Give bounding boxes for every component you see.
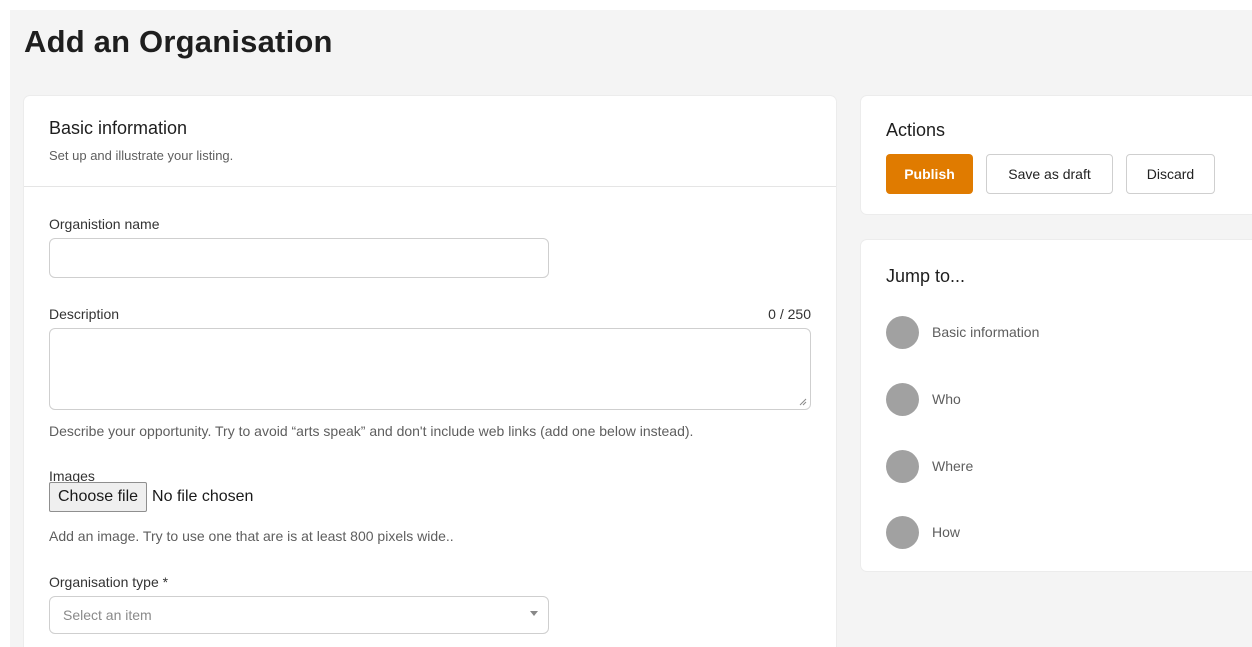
step-dot-icon <box>886 449 919 483</box>
step-dot-icon <box>886 315 919 349</box>
description-textarea[interactable] <box>49 328 811 410</box>
section-title: Basic information <box>49 118 188 138</box>
description-help-text: Describe your opportunity. Try to avoid … <box>49 423 694 439</box>
file-status-text: No file chosen <box>152 488 254 505</box>
organisation-name-input[interactable] <box>49 238 549 278</box>
image-file-input[interactable]: Choose file No file chosen <box>49 482 253 512</box>
description-char-counter: 0 / 250 <box>768 306 811 322</box>
jump-item-how[interactable]: How <box>886 515 960 549</box>
choose-file-button[interactable]: Choose file <box>49 482 148 512</box>
step-dot-icon <box>886 515 919 549</box>
jump-item-label: Basic information <box>932 324 1040 340</box>
basic-information-card: Basic information Set up and illustrate … <box>24 96 836 647</box>
resize-grip-icon[interactable] <box>799 398 807 406</box>
jump-item-label: Who <box>932 391 961 407</box>
page-title: Add an Organisation <box>24 24 333 59</box>
jump-item-who[interactable]: Who <box>886 382 961 416</box>
jump-item-where[interactable]: Where <box>886 449 973 483</box>
organisation-type-placeholder: Select an item <box>63 607 152 623</box>
organisation-type-select[interactable]: Select an item <box>49 596 549 634</box>
images-help-text: Add an image. Try to use one that are is… <box>49 528 454 544</box>
section-subtitle: Set up and illustrate your listing. <box>49 148 234 163</box>
jump-item-basic-information[interactable]: Basic information <box>886 315 1039 349</box>
jump-item-label: How <box>932 524 961 540</box>
jump-item-label: Where <box>932 458 974 474</box>
basic-information-header: Basic information Set up and illustrate … <box>24 96 836 187</box>
publish-button[interactable]: Publish <box>886 154 973 194</box>
jump-to-card: Jump to... Basic information Who Where H… <box>861 240 1252 571</box>
organisation-type-label: Organisation type * <box>49 574 169 590</box>
discard-button[interactable]: Discard <box>1126 154 1215 194</box>
save-as-draft-button[interactable]: Save as draft <box>986 154 1113 194</box>
organisation-name-label: Organistion name <box>49 216 160 232</box>
description-label: Description <box>49 306 120 322</box>
step-dot-icon <box>886 382 919 416</box>
jump-to-title: Jump to... <box>886 266 966 286</box>
page: Add an Organisation Basic information Se… <box>10 10 1252 647</box>
actions-card: Actions Publish Save as draft Discard <box>861 96 1252 214</box>
actions-title: Actions <box>886 120 946 140</box>
chevron-down-icon <box>530 611 538 616</box>
